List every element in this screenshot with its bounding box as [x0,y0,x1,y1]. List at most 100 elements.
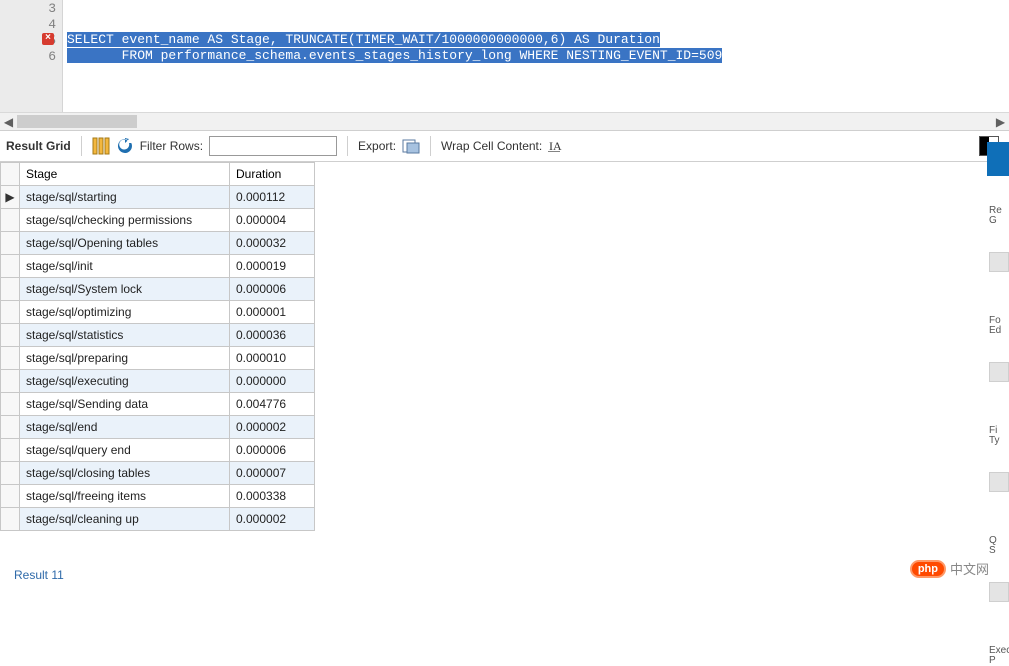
cell-duration[interactable]: 0.000002 [230,416,315,439]
table-row[interactable]: stage/sql/closing tables0.000007 [1,462,315,485]
table-row[interactable]: stage/sql/cleaning up0.000002 [1,508,315,531]
row-selector[interactable] [1,439,20,462]
row-selector[interactable] [1,485,20,508]
cell-duration[interactable]: 0.000010 [230,347,315,370]
cell-stage[interactable]: stage/sql/Sending data [20,393,230,416]
cell-duration[interactable]: 0.000006 [230,439,315,462]
separator [430,136,431,156]
table-row[interactable]: stage/sql/System lock0.000006 [1,278,315,301]
cell-duration[interactable]: 0.000000 [230,370,315,393]
cell-duration[interactable]: 0.000036 [230,324,315,347]
row-selector[interactable] [1,209,20,232]
row-selector[interactable]: ▶ [1,186,20,209]
cell-duration[interactable]: 0.000112 [230,186,315,209]
grid-columns-icon[interactable] [92,137,110,155]
editor-h-scrollbar[interactable]: ◀ ▶ [0,112,1009,130]
side-tab-label: Fi Ty [989,426,1009,446]
cell-stage[interactable]: stage/sql/starting [20,186,230,209]
table-row[interactable]: stage/sql/query end0.000006 [1,439,315,462]
cell-duration[interactable]: 0.000338 [230,485,315,508]
cell-stage[interactable]: stage/sql/closing tables [20,462,230,485]
cell-stage[interactable]: stage/sql/end [20,416,230,439]
export-icon[interactable] [402,137,420,155]
sql-code-area[interactable]: SELECT event_name AS Stage, TRUNCATE(TIM… [63,0,1009,112]
cell-duration[interactable]: 0.000019 [230,255,315,278]
cell-duration[interactable]: 0.000006 [230,278,315,301]
cell-duration[interactable]: 0.000002 [230,508,315,531]
cell-stage[interactable]: stage/sql/checking permissions [20,209,230,232]
result-tab-label[interactable]: Result 11 [14,568,64,582]
row-selector[interactable] [1,462,20,485]
cell-duration[interactable]: 0.000007 [230,462,315,485]
table-row[interactable]: stage/sql/executing0.000000 [1,370,315,393]
code-line[interactable]: SELECT event_name AS Stage, TRUNCATE(TIM… [67,32,1009,48]
row-selector[interactable] [1,393,20,416]
side-tab[interactable] [987,142,1009,176]
cell-stage[interactable]: stage/sql/preparing [20,347,230,370]
table-row[interactable]: stage/sql/Sending data0.004776 [1,393,315,416]
row-selector[interactable] [1,347,20,370]
side-tab[interactable] [987,362,1009,396]
code-line[interactable] [67,0,1009,16]
table-row[interactable]: stage/sql/optimizing0.000001 [1,301,315,324]
refresh-icon[interactable] [116,137,134,155]
table-row[interactable]: stage/sql/end0.000002 [1,416,315,439]
side-tab[interactable] [987,582,1009,616]
filter-rows-label: Filter Rows: [140,139,203,153]
side-tab-label: Re G [989,206,1009,226]
separator [81,136,82,156]
code-line[interactable]: FROM performance_schema.events_stages_hi… [67,48,1009,64]
cell-stage[interactable]: stage/sql/freeing items [20,485,230,508]
cell-stage[interactable]: stage/sql/optimizing [20,301,230,324]
filter-rows-input[interactable] [209,136,337,156]
cell-duration[interactable]: 0.000001 [230,301,315,324]
row-selector[interactable] [1,416,20,439]
cell-stage[interactable]: stage/sql/cleaning up [20,508,230,531]
table-row[interactable]: stage/sql/freeing items0.000338 [1,485,315,508]
side-tab[interactable] [987,472,1009,506]
table-row[interactable]: stage/sql/checking permissions0.000004 [1,209,315,232]
scroll-thumb[interactable] [17,115,137,128]
cell-stage[interactable]: stage/sql/System lock [20,278,230,301]
row-selector[interactable] [1,232,20,255]
scroll-right-icon[interactable]: ▶ [992,113,1009,130]
scroll-left-icon[interactable]: ◀ [0,113,17,130]
cell-duration[interactable]: 0.000032 [230,232,315,255]
table-row[interactable]: stage/sql/preparing0.000010 [1,347,315,370]
result-grid-label: Result Grid [6,139,71,153]
cell-stage[interactable]: stage/sql/query end [20,439,230,462]
cell-duration[interactable]: 0.000004 [230,209,315,232]
result-grid[interactable]: Stage Duration ▶stage/sql/starting0.0001… [0,162,315,531]
scroll-track[interactable] [17,113,992,130]
wrap-cell-icon[interactable]: I̲A̲ [548,137,566,155]
table-row[interactable]: ▶stage/sql/starting0.000112 [1,186,315,209]
code-line[interactable] [67,16,1009,32]
row-selector[interactable] [1,278,20,301]
cell-stage[interactable]: stage/sql/init [20,255,230,278]
sql-editor[interactable]: 345×6 SELECT event_name AS Stage, TRUNCA… [0,0,1009,112]
result-side-tabs: Re GFo EdFi TyQ SExec P [987,142,1009,582]
side-tab[interactable] [987,252,1009,286]
cell-stage[interactable]: stage/sql/executing [20,370,230,393]
watermark-text: 中文网 [950,559,989,578]
cell-duration[interactable]: 0.004776 [230,393,315,416]
column-header-duration[interactable]: Duration [230,163,315,186]
result-grid-wrap: Stage Duration ▶stage/sql/starting0.0001… [0,162,1009,531]
row-selector[interactable] [1,324,20,347]
row-selector[interactable] [1,301,20,324]
side-tab-label: Q S [989,536,1009,556]
export-label: Export: [358,139,396,153]
separator [347,136,348,156]
line-number: 4 [0,16,62,32]
row-selector[interactable] [1,508,20,531]
cell-stage[interactable]: stage/sql/statistics [20,324,230,347]
table-row[interactable]: stage/sql/Opening tables0.000032 [1,232,315,255]
column-header-stage[interactable]: Stage [20,163,230,186]
row-selector[interactable] [1,255,20,278]
table-row[interactable]: stage/sql/init0.000019 [1,255,315,278]
table-row[interactable]: stage/sql/statistics0.000036 [1,324,315,347]
result-toolbar: Result Grid Filter Rows: Export: Wrap Ce… [0,130,1009,162]
watermark-pill: php [910,560,946,578]
row-selector[interactable] [1,370,20,393]
cell-stage[interactable]: stage/sql/Opening tables [20,232,230,255]
